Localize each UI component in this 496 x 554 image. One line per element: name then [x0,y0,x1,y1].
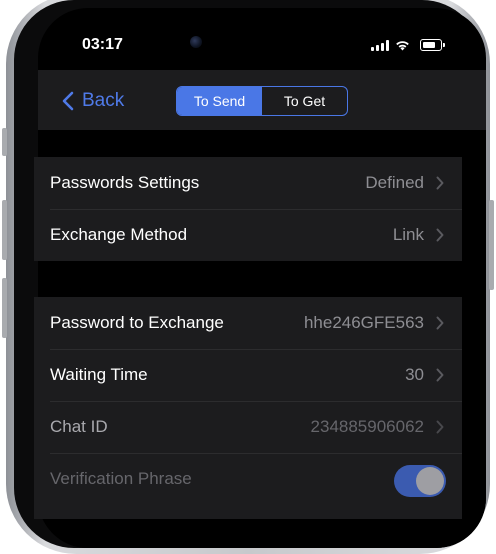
row-value: 30 [405,365,424,384]
tab-to-get[interactable]: To Get [262,87,347,115]
verification-phrase-toggle[interactable] [394,465,446,497]
row-label: Passwords Settings [50,173,200,192]
row-passwords-settings[interactable]: Passwords Settings Defined [34,157,462,209]
chevron-right-icon [436,228,444,242]
silent-switch [2,128,7,156]
row-label: Password to Exchange [50,313,224,332]
navigation-bar: Back To Send To Get [38,70,486,130]
row-value: Defined [365,173,424,192]
back-button[interactable]: Back [62,90,124,112]
status-icons [371,39,445,51]
wifi-icon [396,40,409,50]
notch [172,8,352,58]
row-chat-id[interactable]: Chat ID 234885906062 [34,401,462,453]
row-value: 234885906062 [310,417,424,436]
volume-down-button [2,278,7,338]
row-verification-phrase: Verification Phrase [34,453,462,505]
settings-group-2: Password to Exchange hhe246GFE563 Waitin… [34,297,462,519]
battery-icon [420,39,445,51]
row-value: hhe246GFE563 [303,313,424,332]
back-label: Back [82,90,125,111]
chevron-right-icon [436,316,444,330]
segmented-control: To Send To Get [176,86,348,116]
row-value: Link [392,225,424,244]
volume-up-button [2,200,7,260]
chevron-right-icon [436,420,444,434]
row-label: Waiting Time [50,365,148,384]
row-label: Verification Phrase [50,469,192,488]
toggle-knob [416,467,444,495]
cellular-signal-icon [371,39,389,51]
chevron-left-icon [62,91,74,111]
chevron-right-icon [436,368,444,382]
row-label: Chat ID [50,417,108,436]
settings-group-1: Passwords Settings Defined Exchange Meth… [34,157,462,261]
row-label: Exchange Method [50,225,188,244]
power-button [489,200,494,290]
chevron-right-icon [436,176,444,190]
front-camera [190,36,202,48]
row-waiting-time[interactable]: Waiting Time 30 [34,349,462,401]
row-exchange-method[interactable]: Exchange Method Link [34,209,462,261]
row-password-to-exchange[interactable]: Password to Exchange hhe246GFE563 [34,297,462,349]
tab-to-send[interactable]: To Send [177,87,262,115]
status-time: 03:17 [82,36,123,53]
